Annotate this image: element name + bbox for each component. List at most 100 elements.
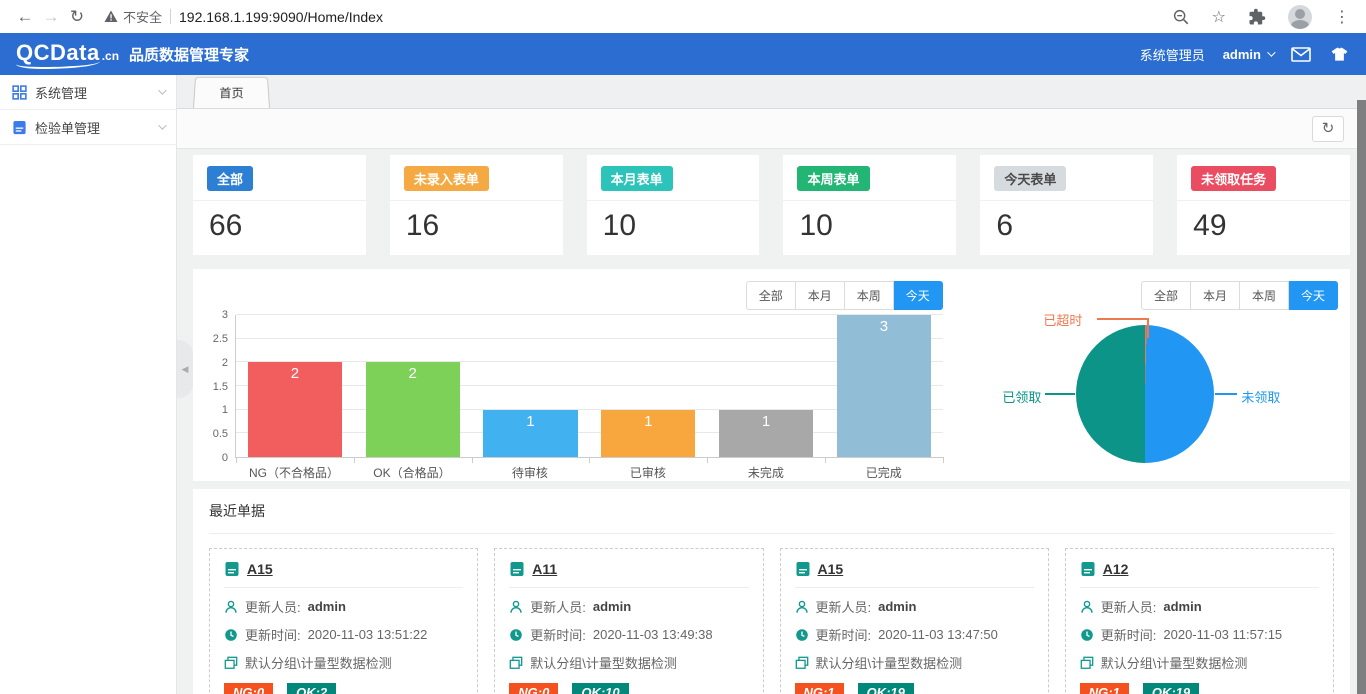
doc-user-value: admin bbox=[308, 599, 346, 614]
bookmark-star-icon[interactable]: ☆ bbox=[1212, 7, 1226, 27]
panel-refresh-button[interactable]: ↻ bbox=[1312, 116, 1344, 142]
bar-1: 2 bbox=[366, 362, 460, 457]
doc-group-row: 默认分组\计量型数据检测 bbox=[509, 653, 748, 672]
tab-bar: 首页 bbox=[177, 75, 1366, 109]
sidebar-collapse-handle[interactable]: ◀ bbox=[177, 340, 193, 398]
person-icon bbox=[795, 600, 809, 614]
stat-value: 6 bbox=[980, 201, 1153, 251]
ok-badge: OK:2 bbox=[287, 683, 336, 694]
copy-pages-icon bbox=[1080, 656, 1094, 670]
security-warning[interactable]: 不安全 bbox=[104, 7, 162, 26]
bar-value-label: 2 bbox=[248, 365, 342, 382]
user-name: admin bbox=[1223, 47, 1261, 62]
copy-pages-icon bbox=[795, 656, 809, 670]
bar-5: 3 bbox=[837, 315, 931, 457]
ok-badge: OK:19 bbox=[858, 683, 914, 694]
bar-value-label: 2 bbox=[366, 365, 460, 382]
browser-chrome: ← → ↻ 不安全 192.168.1.199:9090/Home/Index … bbox=[0, 0, 1366, 33]
doc-title-link[interactable]: A15 bbox=[247, 561, 273, 577]
pie-chart-section: 全部本月本周今天 已超时 已领取 未领取 bbox=[953, 279, 1338, 481]
browser-refresh-icon[interactable]: ↻ bbox=[64, 7, 90, 27]
doc-user-label: 更新人员: bbox=[245, 597, 301, 616]
doc-card-header[interactable]: A15 bbox=[224, 561, 463, 588]
x-category-label: OK（合格品） bbox=[353, 464, 471, 481]
bar-chart: 00.511.522.53 221113 bbox=[205, 315, 943, 458]
scrollbar-thumb[interactable] bbox=[1357, 100, 1366, 694]
stat-card-not-entered[interactable]: 未录入表单 16 bbox=[390, 155, 563, 255]
extensions-puzzle-icon[interactable] bbox=[1248, 8, 1266, 26]
sidebar: 系统管理 检验单管理 bbox=[0, 75, 177, 694]
browser-menu-icon[interactable]: ⋮ bbox=[1334, 7, 1350, 27]
ng-badge: NG:0 bbox=[224, 683, 273, 694]
stat-cards-row: 全部 66 未录入表单 16 本月表单 10 本周表单 10 今天表单 6 bbox=[193, 155, 1350, 255]
url-text: 192.168.1.199:9090/Home/Index bbox=[179, 9, 383, 25]
person-icon bbox=[1080, 600, 1094, 614]
user-menu[interactable]: admin bbox=[1223, 47, 1273, 62]
doc-user-label: 更新人员: bbox=[816, 597, 872, 616]
stat-badge: 本月表单 bbox=[601, 166, 673, 191]
x-category-label: NG（不合格品） bbox=[235, 464, 353, 481]
tab-home[interactable]: 首页 bbox=[193, 77, 270, 108]
doc-group-value: 默认分组\计量型数据检测 bbox=[1101, 653, 1248, 672]
doc-time-value: 2020-11-03 11:57:15 bbox=[1163, 627, 1282, 642]
clock-icon bbox=[1080, 628, 1094, 642]
message-envelope-icon[interactable] bbox=[1291, 47, 1311, 62]
theme-shirt-icon[interactable] bbox=[1329, 47, 1350, 62]
doc-card-header[interactable]: A15 bbox=[795, 561, 1034, 588]
bar-chart-y-axis: 00.511.522.53 bbox=[205, 315, 235, 458]
doc-card: A15 更新人员:admin 更新时间:2020-11-03 13:47:50 bbox=[780, 548, 1049, 694]
doc-card-header[interactable]: A11 bbox=[509, 561, 748, 588]
filter-month[interactable]: 本月 bbox=[796, 281, 845, 310]
toolbar: ↻ bbox=[177, 109, 1366, 149]
stat-badge: 未录入表单 bbox=[404, 166, 489, 191]
stat-card-unclaimed[interactable]: 未领取任务 49 bbox=[1177, 155, 1350, 255]
stat-badge: 未领取任务 bbox=[1191, 166, 1276, 191]
filter-all[interactable]: 全部 bbox=[1141, 281, 1191, 310]
person-icon bbox=[224, 600, 238, 614]
warning-triangle-icon bbox=[104, 10, 118, 23]
bar-2: 1 bbox=[483, 410, 577, 457]
copy-pages-icon bbox=[509, 656, 523, 670]
stat-card-week[interactable]: 本周表单 10 bbox=[783, 155, 956, 255]
stat-card-month[interactable]: 本月表单 10 bbox=[587, 155, 760, 255]
filter-today[interactable]: 今天 bbox=[894, 281, 943, 310]
doc-title-link[interactable]: A11 bbox=[532, 561, 557, 577]
logo-text: QCData bbox=[16, 40, 100, 69]
doc-user-row: 更新人员:admin bbox=[795, 597, 1034, 616]
browser-forward-icon[interactable]: → bbox=[38, 7, 64, 27]
address-bar[interactable]: 不安全 192.168.1.199:9090/Home/Index bbox=[104, 7, 1172, 26]
browser-profile-avatar[interactable] bbox=[1288, 5, 1312, 29]
doc-card-header[interactable]: A12 bbox=[1080, 561, 1319, 588]
page-scrollbar[interactable] bbox=[1357, 75, 1366, 694]
y-tick-label: 3 bbox=[222, 309, 228, 321]
filter-all[interactable]: 全部 bbox=[746, 281, 796, 310]
sidebar-item-inspection-management[interactable]: 检验单管理 bbox=[0, 110, 176, 145]
doc-title-link[interactable]: A12 bbox=[1103, 561, 1129, 577]
y-tick-label: 0.5 bbox=[213, 428, 228, 440]
filter-week[interactable]: 本周 bbox=[845, 281, 894, 310]
pie-connector-overtime bbox=[1097, 318, 1149, 338]
stat-card-all[interactable]: 全部 66 bbox=[193, 155, 366, 255]
x-category-label: 待审核 bbox=[471, 464, 589, 481]
logo-tagline: 品质数据管理专家 bbox=[129, 44, 249, 65]
doc-title-link[interactable]: A15 bbox=[818, 561, 844, 577]
ng-badge: NG:0 bbox=[509, 683, 558, 694]
filter-month[interactable]: 本月 bbox=[1191, 281, 1240, 310]
browser-back-icon[interactable]: ← bbox=[12, 7, 38, 27]
doc-user-row: 更新人员: admin bbox=[224, 597, 463, 616]
document-icon bbox=[795, 561, 811, 577]
doc-time-row: 更新时间:2020-11-03 13:51:22 bbox=[224, 625, 463, 644]
doc-group-row: 默认分组\计量型数据检测 bbox=[1080, 653, 1319, 672]
zoom-out-icon[interactable] bbox=[1172, 8, 1190, 26]
chevron-down-icon bbox=[158, 86, 166, 94]
copy-pages-icon bbox=[224, 656, 238, 670]
ok-badge: OK:19 bbox=[1143, 683, 1199, 694]
page-content: ↻ 全部 66 未录入表单 16 本月表单 10 本周表单 10 bbox=[177, 109, 1366, 694]
stat-card-today[interactable]: 今天表单 6 bbox=[980, 155, 1153, 255]
x-category-label: 已完成 bbox=[825, 464, 943, 481]
stat-value: 10 bbox=[783, 201, 956, 251]
filter-today[interactable]: 今天 bbox=[1289, 281, 1338, 310]
recent-docs-panel: 最近单据 A15 更新人员:admin 更新时间:20 bbox=[193, 489, 1350, 694]
filter-week[interactable]: 本周 bbox=[1240, 281, 1289, 310]
sidebar-item-system-management[interactable]: 系统管理 bbox=[0, 75, 176, 110]
